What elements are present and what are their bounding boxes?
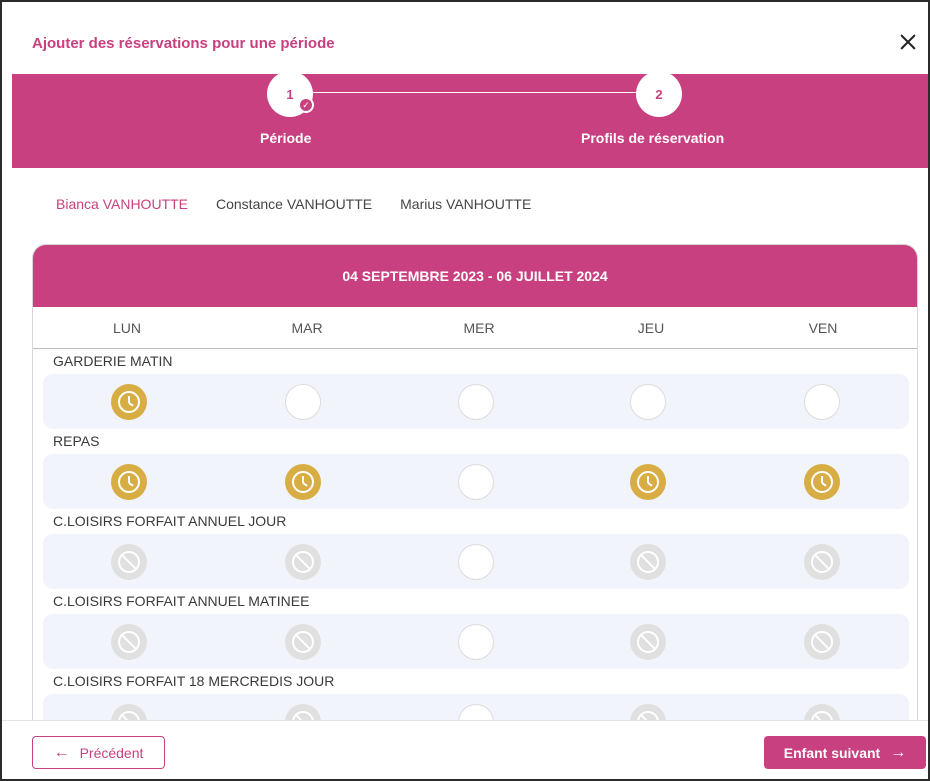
ban-icon [811, 631, 833, 653]
day-monday: LUN [112, 320, 141, 336]
check-icon: ✓ [298, 97, 314, 113]
service-title: GARDERIE MATIN [53, 353, 173, 369]
ban-icon [118, 551, 140, 573]
reservation-cell-disabled [111, 544, 147, 580]
step-2-label: Profils de réservation [581, 130, 725, 146]
dialog-title: Ajouter des réservations pour une périod… [32, 35, 335, 52]
clock-icon [118, 471, 140, 493]
child-tab-bianca[interactable]: Bianca VANHOUTTE [56, 196, 188, 212]
reservation-cell-selected[interactable] [285, 464, 321, 500]
service-title: C.LOISIRS FORFAIT 18 MERCREDIS JOUR [53, 673, 335, 689]
services-list: GARDERIE MATIN REPAS C.LOISIRS FORFAIT ANN… [33, 349, 917, 723]
children-tabs: Bianca VANHOUTTE Constance VANHOUTTE Mar… [56, 196, 531, 212]
weekday-header: LUN MAR MER JEU VEN [33, 307, 917, 349]
next-child-button-label: Enfant suivant [783, 744, 881, 761]
dialog-header: Ajouter des réservations pour une périod… [2, 2, 928, 74]
step-1-label: Période [260, 130, 312, 146]
reservation-cell-selected[interactable] [111, 464, 147, 500]
arrow-right-icon: → [890, 743, 907, 761]
reservation-dialog: Ajouter des réservations pour une périod… [0, 0, 930, 781]
step-2-circle[interactable]: 2 [636, 71, 682, 117]
clock-icon [118, 391, 140, 413]
reservation-cell-empty[interactable] [458, 544, 494, 580]
reservation-cell-empty[interactable] [804, 384, 840, 420]
service-title: C.LOISIRS FORFAIT ANNUEL JOUR [53, 513, 287, 529]
service-row [43, 374, 909, 429]
reservation-cell-disabled [285, 544, 321, 580]
step-1-number: 1 [286, 86, 294, 102]
ban-icon [292, 551, 314, 573]
service-row [43, 614, 909, 669]
next-child-button[interactable]: Enfant suivant → [764, 736, 926, 769]
day-tuesday: MAR [291, 320, 323, 336]
clock-icon [811, 471, 833, 493]
day-thursday: JEU [637, 320, 665, 336]
reservation-cell-disabled [285, 624, 321, 660]
service-block: C.LOISIRS FORFAIT ANNUEL MATINEE [33, 589, 917, 669]
child-tab-marius[interactable]: Marius VANHOUTTE [400, 196, 531, 212]
ban-icon [292, 631, 314, 653]
service-title: REPAS [53, 433, 100, 449]
reservation-cell-selected[interactable] [630, 464, 666, 500]
stepper: 1 ✓ 2 Période Profils de réservation [12, 71, 928, 168]
reservation-calendar: 04 SEPTEMBRE 2023 - 06 JUILLET 2024 LUN … [32, 244, 918, 724]
day-wednesday: MER [463, 320, 495, 336]
reservation-cell-disabled [630, 544, 666, 580]
child-tab-constance[interactable]: Constance VANHOUTTE [216, 196, 372, 212]
reservation-cell-empty[interactable] [458, 384, 494, 420]
dialog-footer: ← Précédent Enfant suivant → [2, 720, 928, 779]
service-row [43, 534, 909, 589]
ban-icon [811, 551, 833, 573]
reservation-cell-empty[interactable] [630, 384, 666, 420]
close-icon[interactable] [896, 30, 920, 54]
service-block: C.LOISIRS FORFAIT 18 MERCREDIS JOUR [33, 669, 917, 723]
reservation-cell-disabled [630, 624, 666, 660]
step-connector [302, 92, 662, 93]
service-block: REPAS [33, 429, 917, 509]
reservation-cell-empty[interactable] [458, 624, 494, 660]
period-label: 04 SEPTEMBRE 2023 - 06 JUILLET 2024 [342, 268, 608, 284]
service-row [43, 454, 909, 509]
clock-icon [292, 471, 314, 493]
reservation-cell-empty[interactable] [458, 464, 494, 500]
reservation-cell-disabled [111, 624, 147, 660]
period-header: 04 SEPTEMBRE 2023 - 06 JUILLET 2024 [33, 245, 917, 307]
ban-icon [637, 631, 659, 653]
service-block: GARDERIE MATIN [33, 349, 917, 429]
reservation-cell-selected[interactable] [111, 384, 147, 420]
day-friday: VEN [808, 320, 838, 336]
reservation-cell-empty[interactable] [285, 384, 321, 420]
reservation-cell-disabled [804, 544, 840, 580]
service-block: C.LOISIRS FORFAIT ANNUEL JOUR [33, 509, 917, 589]
reservation-cell-disabled [804, 624, 840, 660]
clock-icon [637, 471, 659, 493]
arrow-left-icon: ← [53, 743, 70, 761]
ban-icon [637, 551, 659, 573]
previous-button[interactable]: ← Précédent [32, 736, 165, 769]
step-2-number: 2 [655, 86, 663, 102]
service-title: C.LOISIRS FORFAIT ANNUEL MATINEE [53, 593, 310, 609]
previous-button-label: Précédent [79, 744, 144, 761]
ban-icon [118, 631, 140, 653]
reservation-cell-selected[interactable] [804, 464, 840, 500]
